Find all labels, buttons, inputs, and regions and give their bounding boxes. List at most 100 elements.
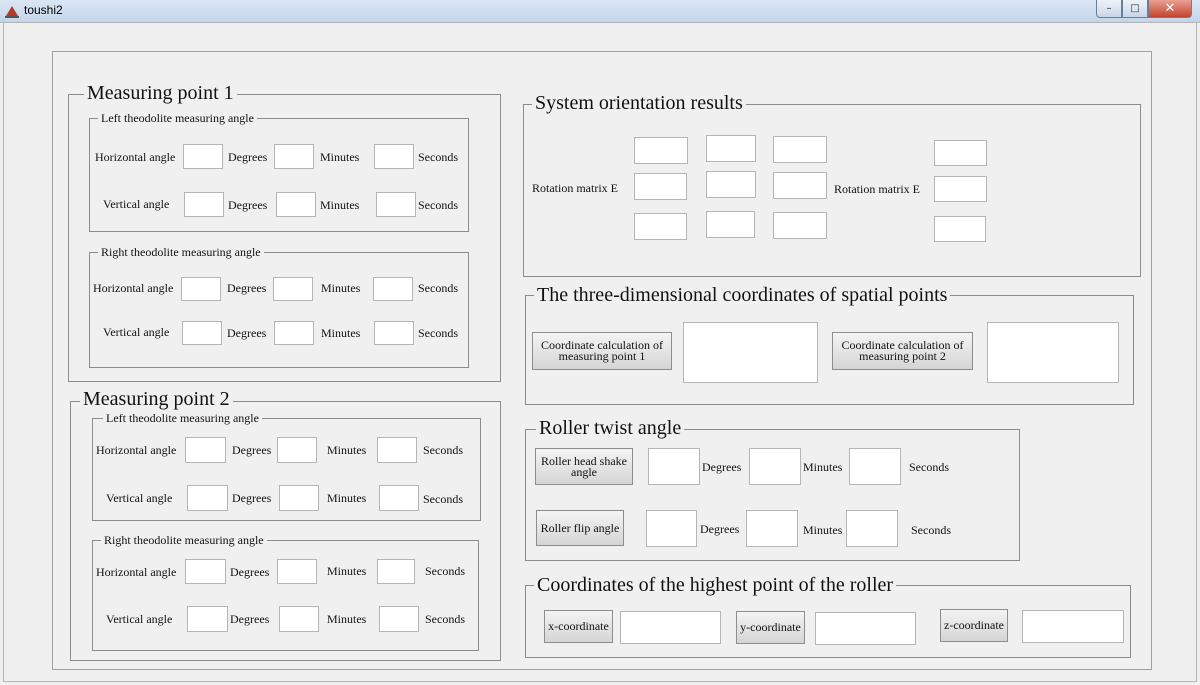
app-icon xyxy=(5,6,19,18)
seconds-label: Seconds xyxy=(423,492,463,506)
head-shake-seconds-input[interactable] xyxy=(849,448,901,485)
degrees-label: Degrees xyxy=(700,522,740,536)
x-coordinate-output xyxy=(620,611,721,644)
mp1-right-horizontal-degrees-input[interactable] xyxy=(181,277,221,301)
head-shake-minutes-input[interactable] xyxy=(749,448,801,485)
y-coordinate-button[interactable]: y-coordinate xyxy=(736,611,805,644)
minutes-label: Minutes xyxy=(327,491,367,505)
rotation-matrix-cell-3-2[interactable] xyxy=(706,211,755,238)
mp2-right-vertical-label: Vertical angle xyxy=(106,612,173,626)
point-2-coordinates-output xyxy=(987,322,1119,383)
degrees-label: Degrees xyxy=(232,443,272,457)
x-coordinate-button[interactable]: x-coordinate xyxy=(544,610,613,643)
mp1-left-vertical-minutes-input[interactable] xyxy=(276,192,316,217)
rotation-matrix-cell-2-2[interactable] xyxy=(706,171,756,198)
seconds-label: Seconds xyxy=(425,612,465,626)
mp2-right-horizontal-seconds-input[interactable] xyxy=(377,559,415,584)
mp2-right-horizontal-degrees-input[interactable] xyxy=(185,559,226,584)
mp2-left-horizontal-degrees-input[interactable] xyxy=(185,437,226,463)
seconds-label: Seconds xyxy=(423,443,463,457)
mp1-right-vertical-degrees-input[interactable] xyxy=(182,321,222,345)
rotation-matrix-label: Rotation matrix E xyxy=(532,181,618,195)
mp2-right-theodolite-label: Right theodolite measuring angle xyxy=(101,534,267,546)
mp2-right-theodolite-group xyxy=(92,540,479,651)
point-1-coordinates-output xyxy=(683,322,818,383)
roller-head-shake-button[interactable]: Roller head shake angle xyxy=(535,448,633,485)
degrees-label: Degrees xyxy=(227,281,267,295)
mp1-right-theodolite-label: Right theodolite measuring angle xyxy=(98,246,264,258)
mp1-left-horizontal-seconds-input[interactable] xyxy=(374,144,414,169)
mp1-right-horizontal-minutes-input[interactable] xyxy=(273,277,313,301)
minutes-label: Minutes xyxy=(327,612,367,626)
degrees-label: Degrees xyxy=(228,150,268,164)
mp1-right-vertical-minutes-input[interactable] xyxy=(274,321,314,345)
rotation-matrix-cell-1-1[interactable] xyxy=(634,137,688,164)
seconds-label: Seconds xyxy=(418,281,458,295)
mp1-right-vertical-label: Vertical angle xyxy=(103,325,170,339)
mp1-left-vertical-degrees-input[interactable] xyxy=(184,192,224,217)
measuring-point-1-title: Measuring point 1 xyxy=(84,83,237,103)
roller-twist-title: Roller twist angle xyxy=(536,418,685,438)
spatial-points-title: The three-dimensional coordinates of spa… xyxy=(534,285,951,305)
highest-point-title: Coordinates of the highest point of the … xyxy=(534,575,897,595)
rotation-vector-cell-1[interactable] xyxy=(934,140,987,166)
calc-point-2-button[interactable]: Coordinate calculation of measuring poin… xyxy=(832,332,973,370)
minutes-label: Minutes xyxy=(321,281,361,295)
seconds-label: Seconds xyxy=(418,198,458,212)
degrees-label: Degrees xyxy=(227,326,267,340)
head-shake-degrees-input[interactable] xyxy=(648,448,700,485)
rotation-matrix-cell-1-3[interactable] xyxy=(773,136,827,163)
degrees-label: Degrees xyxy=(228,198,268,212)
mp2-right-horizontal-label: Horizontal angle xyxy=(96,565,177,579)
measuring-point-2-title: Measuring point 2 xyxy=(80,389,233,409)
roller-flip-button[interactable]: Roller flip angle xyxy=(536,510,624,546)
rotation-vector-cell-2[interactable] xyxy=(934,176,987,202)
system-orientation-title: System orientation results xyxy=(532,93,746,113)
mp1-right-vertical-seconds-input[interactable] xyxy=(374,321,414,345)
mp2-right-vertical-degrees-input[interactable] xyxy=(187,606,228,632)
mp2-left-vertical-seconds-input[interactable] xyxy=(379,485,419,511)
mp1-left-horizontal-minutes-input[interactable] xyxy=(274,144,314,169)
rotation-matrix-cell-2-1[interactable] xyxy=(634,173,687,200)
window-title: toushi2 xyxy=(24,3,63,17)
flip-degrees-input[interactable] xyxy=(646,510,697,547)
calc-point-1-button[interactable]: Coordinate calculation of measuring poin… xyxy=(532,332,672,370)
close-button[interactable]: ✕ xyxy=(1148,0,1192,18)
rotation-matrix-cell-2-3[interactable] xyxy=(773,172,827,199)
rotation-matrix-cell-3-1[interactable] xyxy=(634,213,687,240)
mp2-right-vertical-seconds-input[interactable] xyxy=(379,606,419,632)
degrees-label: Degrees xyxy=(232,491,272,505)
mp2-left-horizontal-seconds-input[interactable] xyxy=(377,437,417,463)
y-coordinate-output xyxy=(815,612,916,645)
minutes-label: Minutes xyxy=(321,326,361,340)
seconds-label: Seconds xyxy=(418,326,458,340)
mp1-left-horizontal-degrees-input[interactable] xyxy=(183,144,223,169)
rotation-matrix-cell-3-3[interactable] xyxy=(773,212,827,239)
mp2-right-vertical-minutes-input[interactable] xyxy=(279,606,319,632)
rotation-vector-cell-3[interactable] xyxy=(934,216,986,242)
maximize-button[interactable]: □ xyxy=(1122,0,1148,18)
rotation-matrix-cell-1-2[interactable] xyxy=(706,135,756,162)
minimize-button[interactable]: – xyxy=(1096,0,1122,18)
mp1-left-vertical-label: Vertical angle xyxy=(103,197,170,211)
rotation-matrix-label-2: Rotation matrix E xyxy=(834,182,920,196)
mp2-left-vertical-minutes-input[interactable] xyxy=(279,485,319,511)
mp1-left-vertical-seconds-input[interactable] xyxy=(376,192,416,217)
mp2-left-vertical-degrees-input[interactable] xyxy=(187,485,228,511)
seconds-label: Seconds xyxy=(425,564,465,578)
mp2-left-horizontal-minutes-input[interactable] xyxy=(277,437,317,463)
minutes-label: Minutes xyxy=(803,460,843,474)
flip-seconds-input[interactable] xyxy=(846,510,898,547)
degrees-label: Degrees xyxy=(702,460,742,474)
flip-minutes-input[interactable] xyxy=(746,510,798,547)
mp2-right-horizontal-minutes-input[interactable] xyxy=(277,559,317,584)
minutes-label: Minutes xyxy=(803,523,843,537)
mp1-right-horizontal-label: Horizontal angle xyxy=(93,281,174,295)
mp1-left-theodolite-label: Left theodolite measuring angle xyxy=(98,112,257,124)
title-bar: toushi2 – □ ✕ xyxy=(0,0,1200,23)
mp1-right-horizontal-seconds-input[interactable] xyxy=(373,277,413,301)
z-coordinate-button[interactable]: z-coordinate xyxy=(940,609,1008,642)
mp1-right-theodolite-group xyxy=(89,252,469,368)
minutes-label: Minutes xyxy=(320,198,360,212)
minutes-label: Minutes xyxy=(320,150,360,164)
